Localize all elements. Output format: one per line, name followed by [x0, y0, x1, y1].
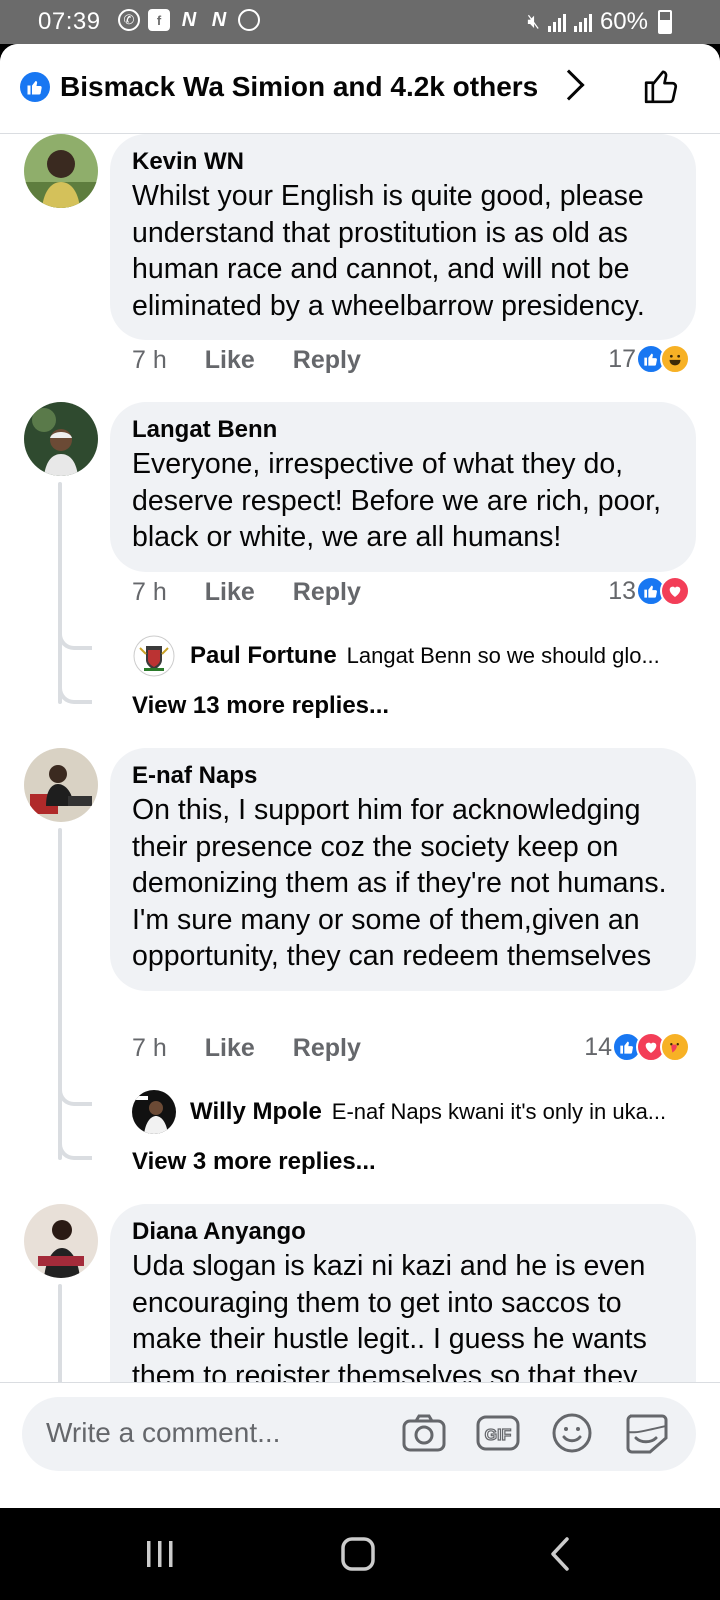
thread-connector	[58, 686, 92, 704]
love-reaction-icon	[660, 576, 690, 606]
reply-button[interactable]: Reply	[293, 346, 361, 375]
mute-icon: 🔇︎	[527, 10, 540, 33]
comment-author[interactable]: E-naf Naps	[132, 760, 674, 792]
system-nav-bar	[0, 1508, 720, 1600]
whatsapp-icon: ✆	[118, 9, 140, 31]
gif-icon[interactable]: GIF	[476, 1413, 520, 1453]
comment-time[interactable]: 7 h	[132, 1034, 167, 1063]
emoji-icon[interactable]	[550, 1413, 594, 1453]
home-icon[interactable]	[336, 1532, 380, 1576]
comment-text: Uda slogan is kazi ni kazi and he is eve…	[132, 1250, 647, 1392]
recent-apps-icon[interactable]	[140, 1532, 180, 1576]
like-button[interactable]: Like	[205, 1034, 255, 1063]
thread-line	[58, 482, 62, 704]
like-button[interactable]: Like	[205, 578, 255, 607]
reaction-summary[interactable]: 17	[608, 344, 690, 374]
battery-icon	[658, 10, 672, 34]
thread-connector	[58, 1088, 92, 1106]
reply-preview[interactable]: Willy Mpole E-naf Naps kwani it's only i…	[132, 1090, 692, 1134]
comment-composer: Write a comment... GIF	[0, 1382, 720, 1508]
status-time: 07:39	[38, 8, 101, 35]
avatar[interactable]	[24, 1204, 98, 1278]
reply-preview[interactable]: Paul Fortune Langat Benn so we should gl…	[132, 634, 692, 678]
comment-bubble[interactable]: Kevin WN Whilst your English is quite go…	[110, 134, 696, 340]
comment-bubble[interactable]: E-naf Naps On this, I support him for ac…	[110, 748, 696, 991]
comment-text: Everyone, irrespective of what they do, …	[132, 448, 662, 553]
camera-icon[interactable]	[402, 1413, 446, 1453]
reaction-summary[interactable]: 13	[608, 576, 690, 606]
avatar[interactable]	[24, 402, 98, 476]
battery-percent: 60%	[599, 8, 648, 35]
reaction-count: 13	[608, 576, 636, 605]
comment-text: Whilst your English is quite good, pleas…	[132, 180, 645, 322]
reply-button[interactable]: Reply	[293, 578, 361, 607]
comment-author[interactable]: Kevin WN	[132, 146, 674, 178]
like-button[interactable]: Like	[205, 346, 255, 375]
comment-actions: 7 h Like Reply	[132, 1034, 361, 1063]
n-icon: N	[211, 8, 227, 31]
system-status: 🔇︎ 60%	[527, 8, 672, 36]
svg-text:GIF: GIF	[485, 1427, 512, 1444]
avatar[interactable]	[24, 134, 98, 208]
status-bar: 07:39 ✆ f N N 🔇︎ 60%	[0, 0, 720, 44]
avatar[interactable]	[24, 748, 98, 822]
notification-icons: ✆ f N N	[118, 9, 260, 31]
comment-time[interactable]: 7 h	[132, 346, 167, 375]
comments-sheet: Bismack Wa Simion and 4.2k others Kevin …	[0, 44, 720, 1508]
signal-icon	[573, 12, 592, 32]
reply-text: Langat Benn so we should glo...	[346, 643, 660, 668]
thread-connector	[58, 1142, 92, 1160]
comment-author[interactable]: Diana Anyango	[132, 1216, 674, 1248]
reaction-count: 17	[608, 344, 636, 373]
comment-actions: 7 h Like Reply	[132, 578, 361, 607]
chevron-right-icon[interactable]	[553, 69, 585, 101]
avatar[interactable]	[132, 1090, 176, 1134]
comment-feed[interactable]: Kevin WN Whilst your English is quite go…	[0, 134, 720, 1454]
reactions-header[interactable]: Bismack Wa Simion and 4.2k others	[0, 44, 720, 134]
view-more-replies[interactable]: View 3 more replies...	[132, 1148, 376, 1176]
like-reaction-icon	[20, 72, 50, 102]
reply-author[interactable]: Willy Mpole	[190, 1098, 322, 1126]
comment-placeholder[interactable]: Write a comment...	[46, 1417, 280, 1449]
care-reaction-icon	[660, 1032, 690, 1062]
n-icon: N	[181, 8, 197, 31]
like-button[interactable]	[642, 66, 682, 111]
comment-input[interactable]: Write a comment... GIF	[22, 1397, 696, 1471]
haha-reaction-icon	[660, 344, 690, 374]
back-icon[interactable]	[540, 1532, 580, 1576]
reply-button[interactable]: Reply	[293, 1034, 361, 1063]
signal-icon	[547, 12, 566, 32]
view-more-replies[interactable]: View 13 more replies...	[132, 692, 389, 720]
sticker-icon[interactable]	[624, 1413, 668, 1454]
comment-time[interactable]: 7 h	[132, 578, 167, 607]
thumbs-up-icon	[644, 70, 678, 104]
comment-author[interactable]: Langat Benn	[132, 414, 674, 446]
reaction-count: 14	[584, 1032, 612, 1061]
thread-connector	[58, 632, 92, 650]
reply-author[interactable]: Paul Fortune	[190, 642, 337, 670]
o-icon	[238, 9, 260, 31]
reaction-summary[interactable]: 14	[584, 1032, 690, 1062]
reply-text: E-naf Naps kwani it's only in uka...	[331, 1099, 667, 1124]
avatar[interactable]	[132, 634, 176, 678]
facebook-icon: f	[148, 9, 170, 31]
thread-line	[58, 828, 62, 1160]
comment-text: On this, I support him for acknowledging…	[132, 794, 667, 972]
comment-bubble[interactable]: Langat Benn Everyone, irrespective of wh…	[110, 402, 696, 572]
comment-actions: 7 h Like Reply	[132, 346, 361, 375]
reactors-summary[interactable]: Bismack Wa Simion and 4.2k others	[60, 71, 538, 103]
